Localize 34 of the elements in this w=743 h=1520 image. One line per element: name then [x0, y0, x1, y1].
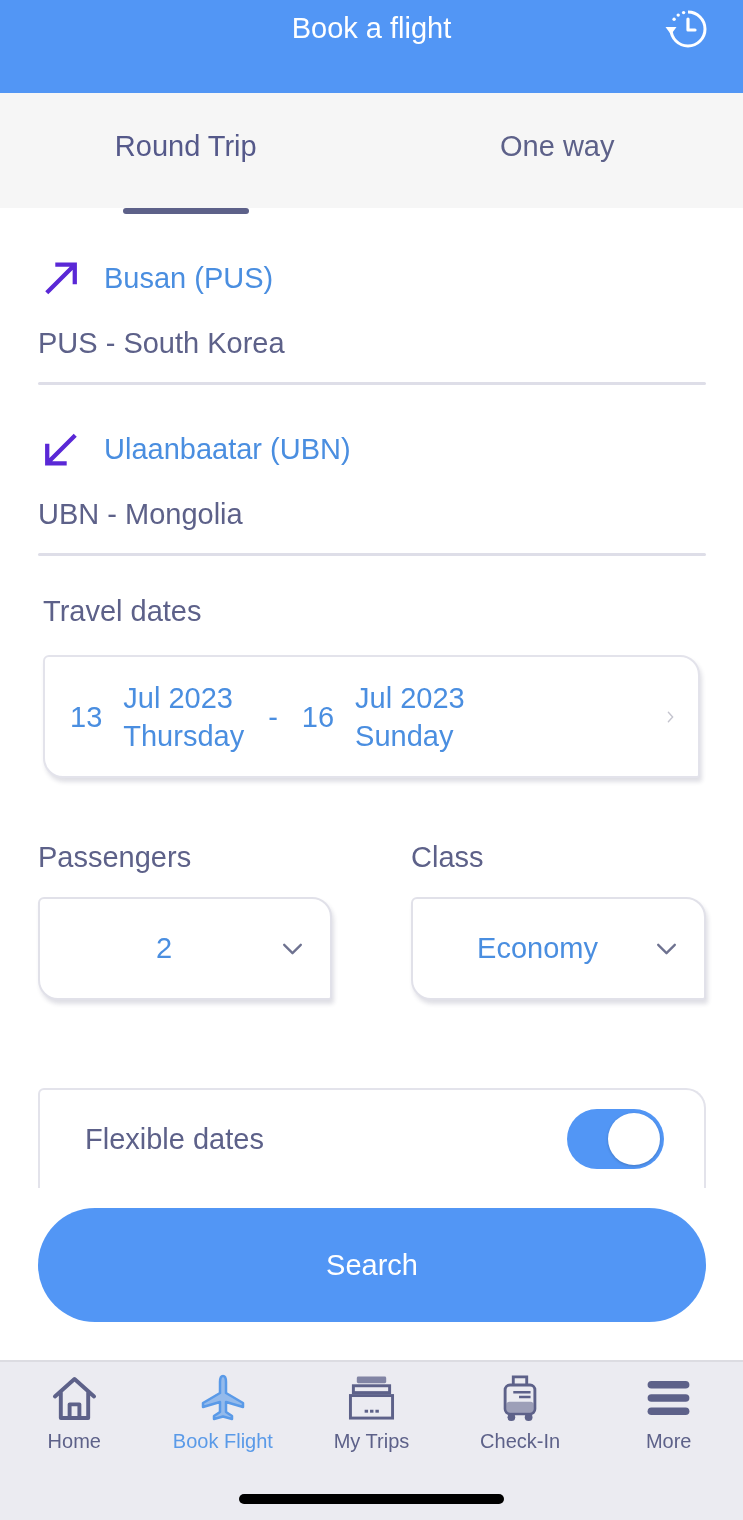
toggle-label: Flexible dates — [85, 1122, 264, 1156]
day-number: 16 — [301, 699, 335, 734]
date-separator: - — [268, 699, 278, 734]
dropdown[interactable]: 2 — [38, 897, 332, 1000]
nav-item[interactable]: Home — [43, 1374, 105, 1452]
nav-item[interactable]: Book Flight — [168, 1374, 277, 1452]
toggle-switch[interactable] — [567, 1109, 664, 1169]
airplane-icon — [199, 1374, 246, 1422]
field-label: Passengers — [38, 841, 192, 873]
nav-item[interactable]: My Trips — [329, 1374, 414, 1452]
airport-name[interactable]: Busan (PUS) — [104, 261, 274, 295]
weekday: Thursday — [123, 718, 245, 754]
weekday: Sunday — [355, 718, 454, 754]
chevron-down-icon — [656, 942, 677, 955]
section-label: Travel dates — [43, 595, 202, 627]
screen-title: Book a flight — [291, 11, 452, 46]
airport-name[interactable]: Ulaanbaatar (UBN) — [104, 432, 351, 466]
chevron-down-icon — [282, 942, 303, 955]
month-year: Jul 2023 — [123, 680, 233, 716]
chevron-right-icon — [667, 710, 674, 723]
menu-icon — [646, 1379, 692, 1417]
day-number: 13 — [70, 699, 103, 734]
ticket-stack-icon — [348, 1375, 395, 1421]
nav-item[interactable]: Check-In — [476, 1374, 565, 1452]
field-label: Class — [411, 841, 484, 873]
nav-item[interactable]: More — [641, 1374, 696, 1452]
search-button[interactable]: Search — [38, 1208, 706, 1322]
airport-country: UBN - Mongolia — [38, 497, 243, 531]
house-icon — [51, 1375, 97, 1421]
tab[interactable]: One way — [371, 93, 743, 208]
airport-country: PUS - South Korea — [38, 326, 285, 360]
tab[interactable]: Round Trip — [0, 93, 372, 208]
dropdown[interactable]: Economy — [411, 897, 706, 1000]
month-year: Jul 2023 — [355, 680, 465, 716]
